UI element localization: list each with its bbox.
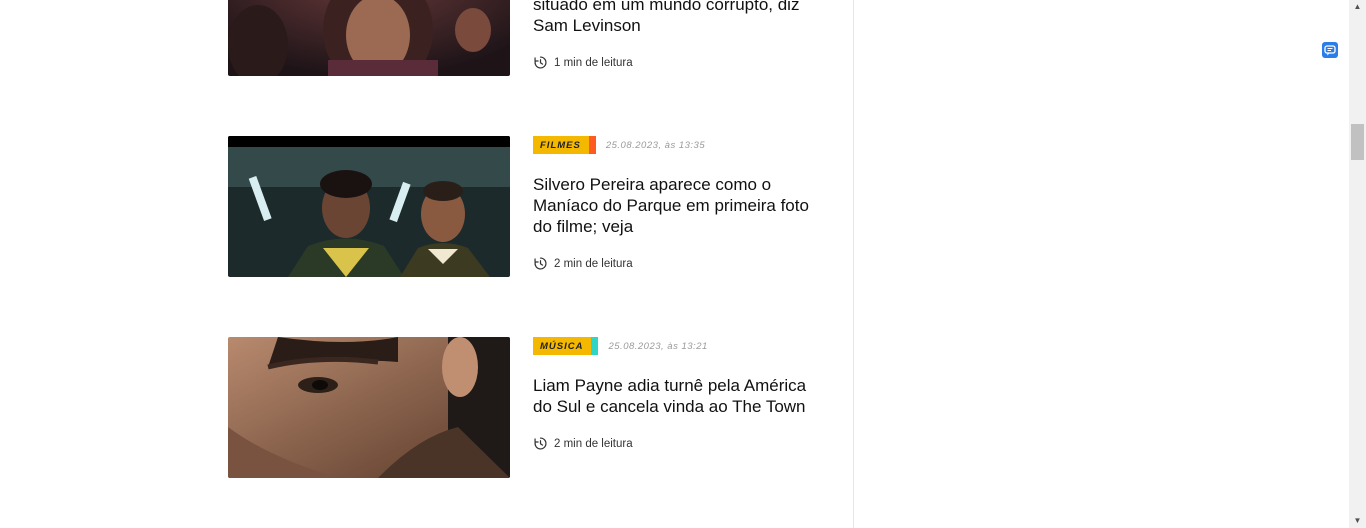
read-time-label: 2 min de leitura [554, 437, 633, 450]
article-card-3[interactable]: MÚSICA 25.08.2023, às 13:21 Liam Payne a… [228, 0, 828, 480]
category-badge[interactable]: MÚSICA [533, 337, 599, 355]
scroll-down-arrow-icon[interactable]: ▼ [1352, 517, 1363, 525]
vertical-scrollbar[interactable] [1349, 0, 1366, 528]
article-title-3[interactable]: Liam Payne adia turnê pela América do Su… [533, 375, 823, 417]
article-meta-3: MÚSICA 25.08.2023, às 13:21 [533, 337, 708, 355]
read-time-3: 2 min de leitura [533, 436, 633, 451]
translate-extension-icon[interactable] [1322, 42, 1338, 58]
category-accent [591, 337, 599, 355]
scroll-up-arrow-icon[interactable]: ▲ [1352, 3, 1363, 11]
clock-history-icon [534, 437, 547, 450]
column-divider [853, 0, 854, 528]
category-label: MÚSICA [540, 340, 584, 352]
article-date: 25.08.2023, às 13:21 [608, 340, 708, 352]
article-thumbnail-3[interactable] [228, 337, 510, 478]
scrollbar-thumb[interactable] [1351, 124, 1364, 160]
